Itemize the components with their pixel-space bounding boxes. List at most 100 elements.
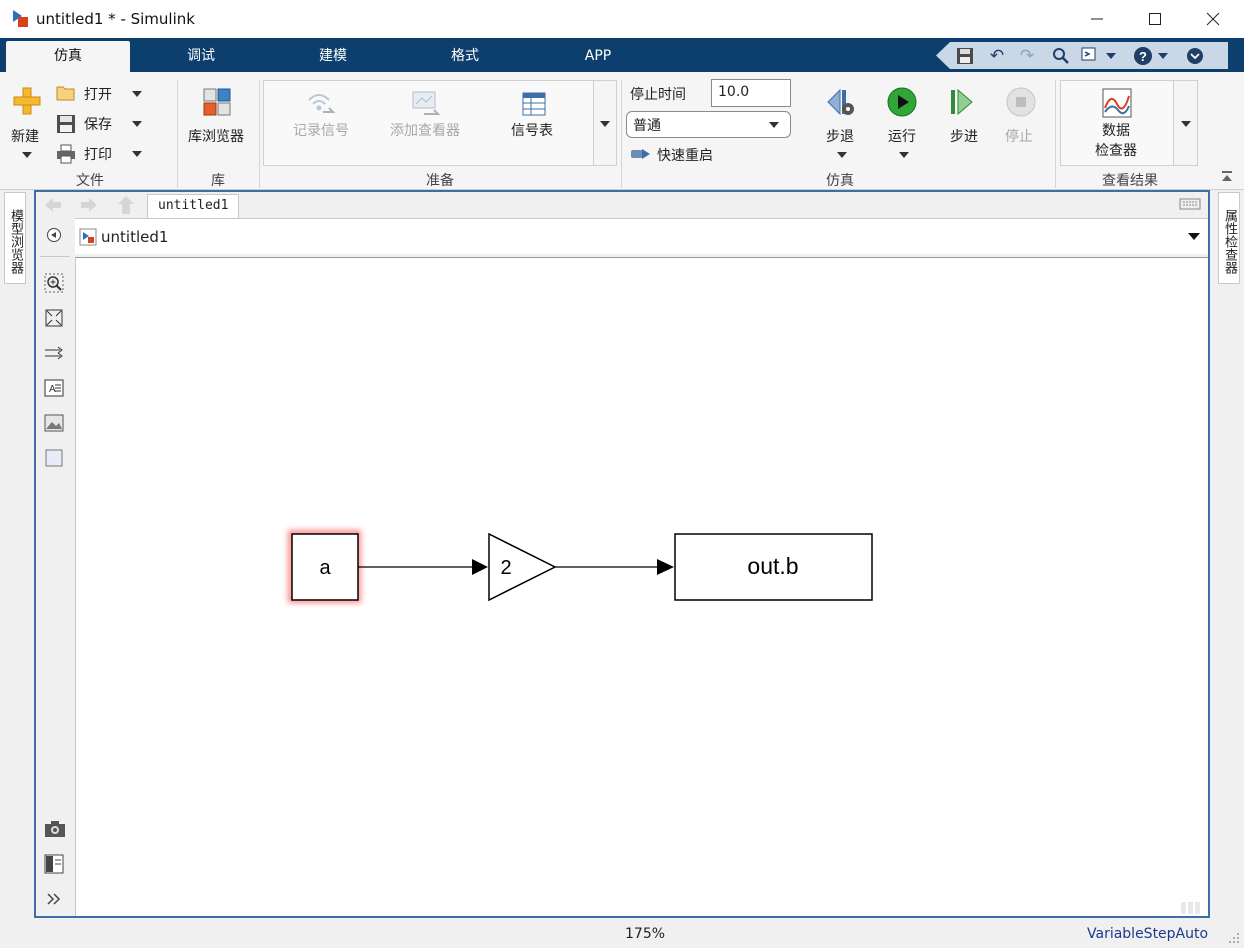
block-a[interactable]: a (291, 533, 359, 601)
window-title: untitled1 * - Simulink (36, 10, 195, 28)
prepare-gallery-expand[interactable] (593, 80, 617, 166)
arrowhead (472, 559, 488, 575)
save-icon (57, 115, 75, 133)
new-dropdown-icon[interactable] (22, 152, 32, 158)
minimize-icon (1091, 18, 1103, 20)
block-a-label: a (319, 557, 331, 579)
image-icon[interactable] (44, 414, 64, 432)
library-browser-icon (203, 88, 231, 116)
log-signals-icon (308, 94, 336, 113)
help-icon[interactable]: ? (1132, 45, 1154, 67)
svg-text:A: A (49, 384, 56, 395)
tab-modeling[interactable]: 建模 (272, 41, 394, 72)
log-signals-button[interactable]: 记录信号 (293, 120, 349, 140)
search-icon[interactable] (1050, 45, 1072, 67)
gallery-expand-icon (600, 121, 610, 127)
zoom-in-icon[interactable] (44, 273, 64, 293)
fit-to-view-icon[interactable] (44, 308, 64, 328)
simulation-mode-value: 普通 (633, 118, 661, 134)
signal-table-button[interactable]: 信号表 (511, 120, 553, 140)
svg-text:?: ? (1139, 49, 1147, 64)
ribbon-panel: 新建 打开 保存 打印 文件 库浏览器 库 记录信号 添加查看器 信号表 准备 … (0, 72, 1244, 190)
keyboard-icon[interactable] (1179, 198, 1201, 210)
run-dropdown-icon[interactable] (899, 152, 909, 158)
undo-icon[interactable]: ↶ (986, 45, 1008, 67)
annotation-icon[interactable]: A (44, 379, 64, 397)
model-tab[interactable]: untitled1 (147, 194, 239, 218)
data-inspector-label-line2[interactable]: 检查器 (1095, 140, 1137, 160)
separator (621, 80, 622, 188)
print-button[interactable]: 打印 (84, 144, 112, 164)
help-dropdown-icon[interactable] (1158, 53, 1168, 59)
tab-format[interactable]: 格式 (404, 41, 526, 72)
up-icon[interactable] (116, 194, 136, 216)
step-back-dropdown-icon[interactable] (837, 152, 847, 158)
open-dropdown-icon[interactable] (132, 91, 142, 97)
size-grip-icon[interactable] (1228, 932, 1240, 944)
zoom-level: 175% (625, 926, 666, 942)
close-button[interactable] (1184, 0, 1242, 38)
group-label-library: 库 (211, 173, 225, 189)
tab-apps[interactable]: APP (536, 41, 660, 72)
model-icon (79, 228, 97, 246)
fast-restart-toggle[interactable]: 快速重启 (657, 145, 713, 165)
step-back-icon (827, 88, 854, 116)
open-button[interactable]: 打开 (84, 84, 112, 104)
find-dropdown-icon[interactable] (1106, 53, 1116, 59)
resize-grip-icon[interactable] (1181, 902, 1205, 914)
property-inspector-tab[interactable]: 属性检查器 (1218, 192, 1240, 284)
add-viewer-button[interactable]: 添加查看器 (390, 120, 460, 140)
solver-label[interactable]: VariableStepAuto (1087, 926, 1208, 942)
redo-icon[interactable]: ↷ (1016, 45, 1038, 67)
tab-debug[interactable]: 调试 (140, 41, 262, 72)
property-panel-icon[interactable] (44, 854, 64, 874)
minimize-button[interactable] (1068, 0, 1126, 38)
diagram-svg: a 2 out.b (288, 530, 873, 603)
breadcrumb-dropdown-icon[interactable] (1188, 233, 1200, 240)
stop-time-input[interactable]: 10.0 (711, 79, 791, 107)
library-browser-button[interactable]: 库浏览器 (188, 126, 244, 146)
save-dropdown-icon[interactable] (132, 121, 142, 127)
diagram-canvas[interactable]: a 2 out.b (75, 257, 1208, 916)
new-plus-icon (13, 87, 41, 115)
review-gallery-expand[interactable] (1173, 80, 1198, 166)
signal-table-icon (522, 92, 546, 116)
new-button[interactable]: 新建 (11, 126, 39, 146)
gain-block[interactable]: 2 (488, 532, 557, 602)
breadcrumb-model-label[interactable]: untitled1 (101, 228, 168, 246)
chevron-down-icon (769, 122, 779, 128)
print-dropdown-icon[interactable] (132, 151, 142, 157)
save-button[interactable]: 保存 (84, 114, 112, 134)
breadcrumb: untitled1 (75, 218, 1208, 254)
step-back-button[interactable]: 步退 (826, 126, 854, 146)
model-browser-tab[interactable]: 模型浏览器 (4, 192, 26, 284)
step-forward-button[interactable]: 步进 (950, 126, 978, 146)
maximize-button[interactable] (1126, 0, 1184, 38)
group-label-simulate: 仿真 (826, 173, 854, 189)
collapse-ribbon-icon[interactable] (1184, 45, 1206, 67)
data-inspector-icon (1102, 88, 1132, 118)
group-label-prepare: 准备 (426, 173, 454, 189)
arrowhead (657, 559, 674, 575)
data-inspector-label-line1[interactable]: 数据 (1102, 120, 1130, 140)
block-out[interactable]: out.b (674, 533, 873, 601)
find-in-model-icon[interactable] (1080, 45, 1102, 67)
expand-toolbar-icon[interactable] (46, 892, 62, 906)
save-icon[interactable] (954, 45, 976, 67)
close-icon (1206, 12, 1220, 26)
forward-icon[interactable] (78, 195, 100, 215)
step-forward-icon (951, 88, 973, 116)
collapse-ribbon-icon[interactable] (1221, 170, 1233, 182)
run-button[interactable]: 运行 (888, 126, 916, 146)
separator (177, 80, 178, 188)
hide-arrows-icon[interactable] (44, 344, 64, 362)
simulation-mode-select[interactable]: 普通 (626, 111, 791, 138)
back-icon[interactable] (42, 195, 64, 215)
stop-time-label: 停止时间 (630, 87, 686, 103)
screenshot-icon[interactable] (44, 820, 66, 838)
stop-icon (1006, 87, 1036, 117)
tab-simulation[interactable]: 仿真 (6, 41, 130, 72)
hide-explorer-icon[interactable] (46, 227, 62, 243)
area-icon[interactable] (44, 448, 64, 468)
stop-button[interactable]: 停止 (1005, 126, 1033, 146)
